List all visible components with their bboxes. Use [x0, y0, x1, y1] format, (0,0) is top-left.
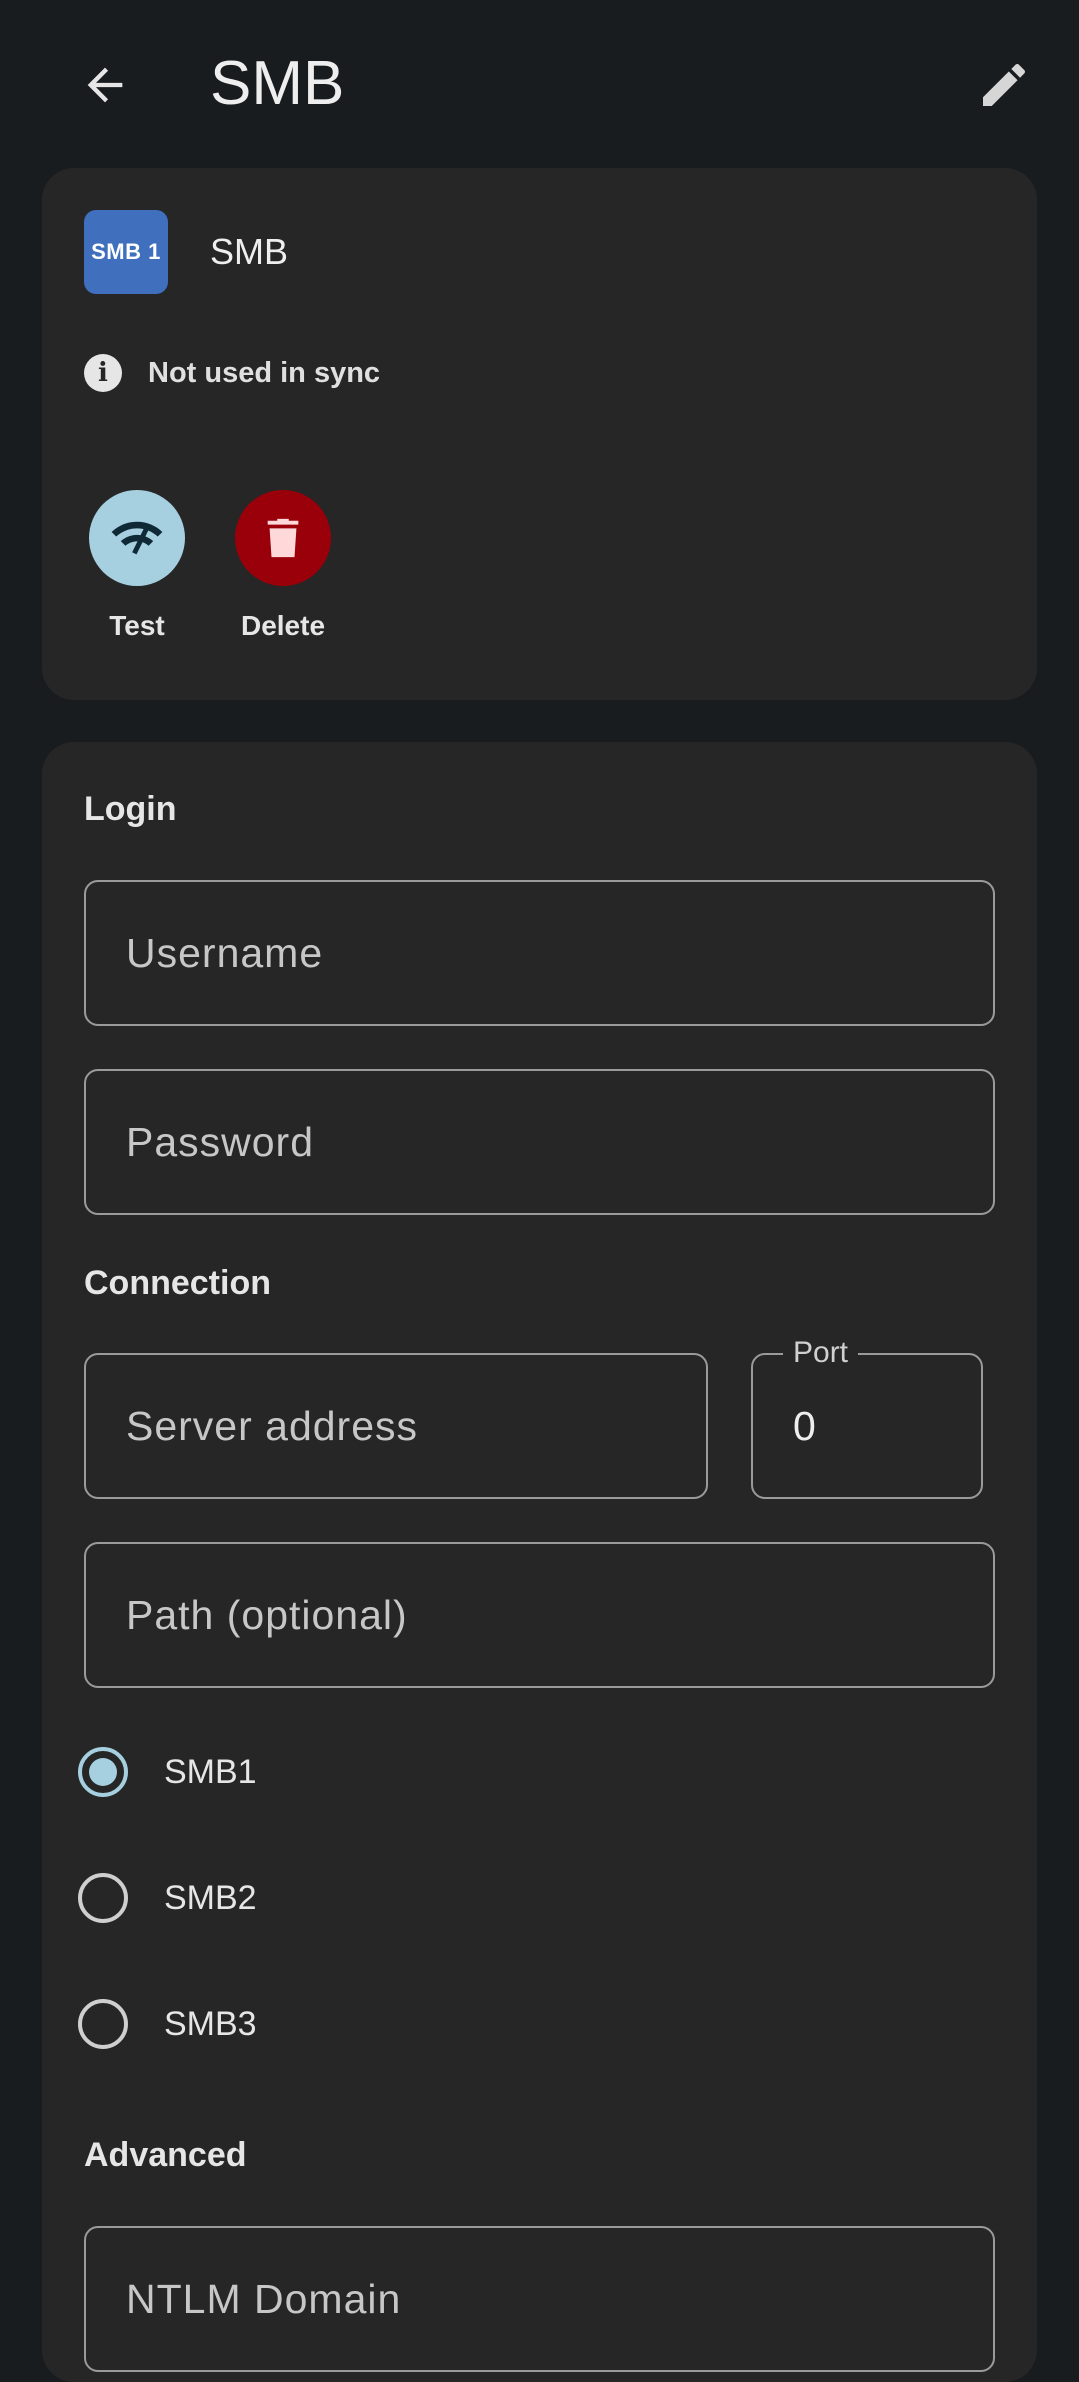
radio-smb1[interactable]: SMB1	[78, 1742, 257, 1802]
radio-unselected-icon[interactable]	[78, 1999, 128, 2049]
delete-circle[interactable]	[235, 490, 331, 586]
remote-name: SMB	[210, 231, 289, 272]
username-placeholder: Username	[126, 929, 324, 976]
password-placeholder: Password	[126, 1118, 315, 1165]
info-icon: i	[84, 354, 122, 392]
test-button[interactable]: Test	[67, 490, 207, 642]
radio-smb3-label: SMB3	[164, 2004, 257, 2043]
test-circle[interactable]	[89, 490, 185, 586]
delete-label: Delete	[240, 610, 326, 641]
path-field[interactable]: Path (optional)	[84, 1542, 995, 1688]
edit-button[interactable]	[959, 40, 1049, 130]
server-address-field[interactable]: Server address	[84, 1353, 708, 1499]
connection-section-title: Connection	[84, 1264, 271, 1302]
port-field[interactable]: Port 0	[751, 1335, 983, 1499]
test-label: Test	[109, 610, 165, 641]
path-placeholder: Path (optional)	[126, 1591, 408, 1638]
radio-smb2[interactable]: SMB2	[78, 1868, 257, 1928]
login-section-title: Login	[84, 790, 177, 828]
settings-form-card: Login Username Password Connection Serve…	[42, 742, 1037, 2382]
back-button[interactable]	[60, 40, 150, 130]
radio-selected-icon[interactable]	[78, 1747, 128, 1797]
remote-summary-card: SMB 1 SMB i Not used in sync Test Delete	[42, 168, 1037, 700]
page-title: SMB	[210, 49, 345, 118]
delete-button[interactable]: Delete	[213, 490, 353, 642]
ntlm-domain-field[interactable]: NTLM Domain	[84, 2226, 995, 2372]
radio-smb2-label: SMB2	[164, 1878, 257, 1917]
pencil-icon	[983, 63, 1026, 106]
radio-smb1-label: SMB1	[164, 1752, 257, 1791]
remote-type-badge: SMB 1	[84, 210, 168, 294]
sync-status: i Not used in sync	[84, 352, 380, 394]
sync-status-text: Not used in sync	[148, 356, 381, 389]
ntlm-domain-placeholder: NTLM Domain	[126, 2275, 402, 2322]
wifi-test-icon	[111, 521, 163, 555]
app-bar: SMB	[0, 0, 1079, 168]
radio-smb3[interactable]: SMB3	[78, 1994, 257, 2054]
username-field[interactable]: Username	[84, 880, 995, 1026]
port-value: 0	[793, 1402, 816, 1449]
arrow-back-icon	[87, 67, 123, 103]
trash-icon	[267, 518, 299, 558]
server-address-placeholder: Server address	[126, 1402, 419, 1449]
radio-unselected-icon[interactable]	[78, 1873, 128, 1923]
password-field[interactable]: Password	[84, 1069, 995, 1215]
advanced-section-title: Advanced	[84, 2136, 247, 2174]
